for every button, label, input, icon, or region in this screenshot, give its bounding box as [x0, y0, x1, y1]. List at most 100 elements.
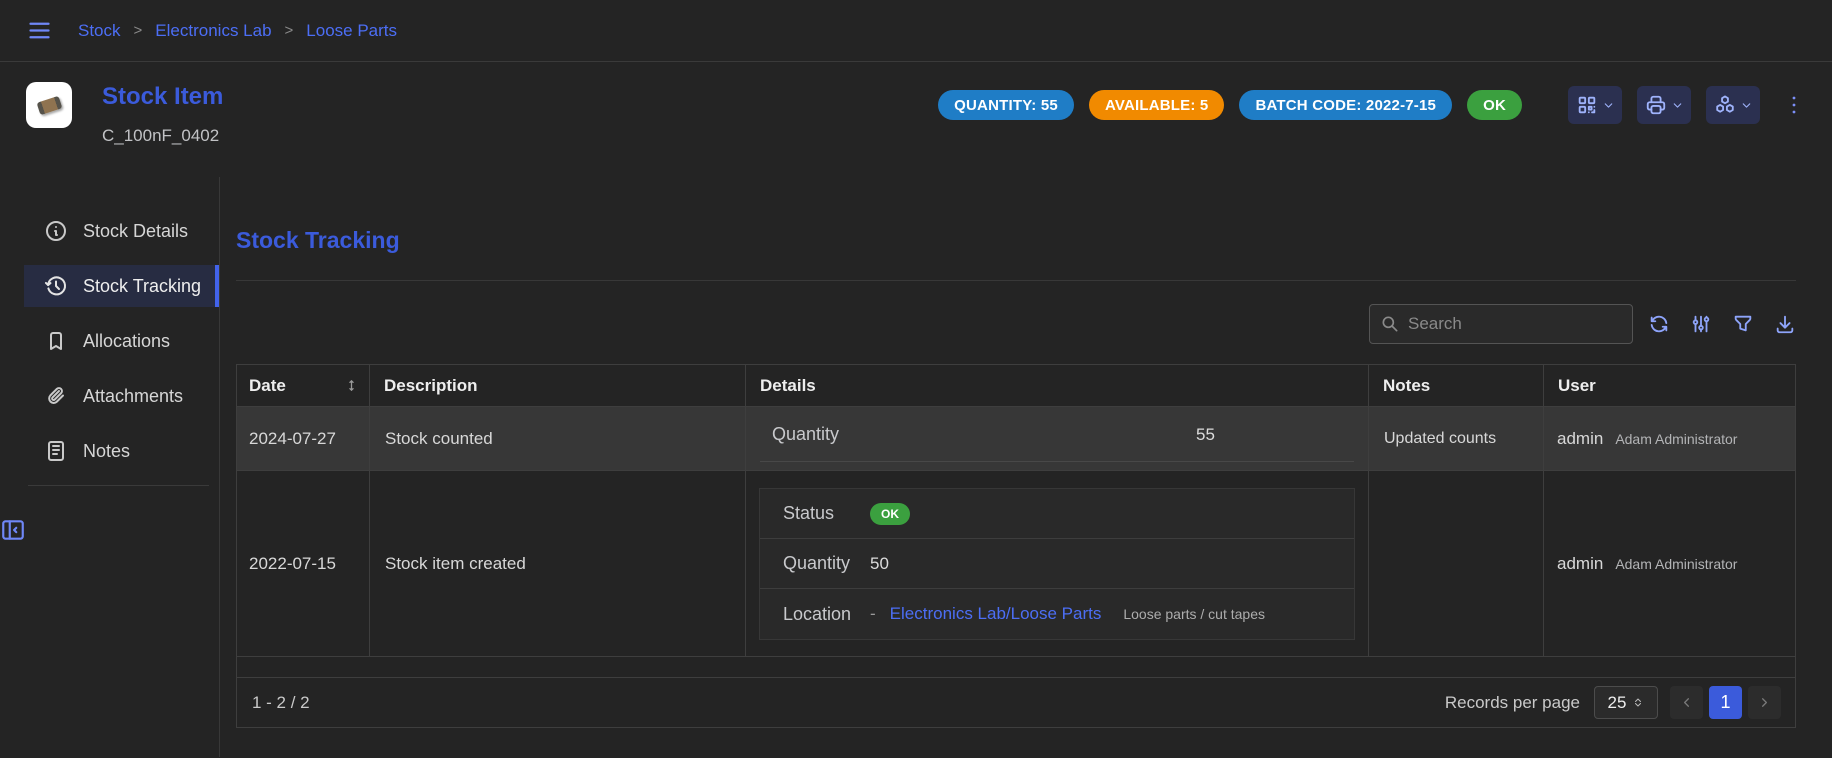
packages-icon — [1714, 94, 1736, 116]
filter-icon[interactable] — [1732, 313, 1754, 335]
hamburger-menu-icon[interactable] — [26, 17, 53, 44]
sidebar-collapse-icon[interactable] — [0, 517, 219, 543]
sidebar-item-stock-tracking[interactable]: Stock Tracking — [24, 265, 219, 307]
table-row[interactable]: 2022-07-15 Stock item created Status OK … — [237, 470, 1795, 657]
cell-notes: Updated counts — [1368, 407, 1543, 470]
chevron-right-icon — [1757, 695, 1772, 710]
records-per-page-value: 25 — [1608, 693, 1627, 713]
page-title: Stock Item — [102, 85, 223, 109]
page-header: Stock Item C_100nF_0402 QUANTITY: 55 AVA… — [0, 62, 1832, 177]
paperclip-icon — [44, 384, 68, 408]
part-name: C_100nF_0402 — [102, 126, 223, 146]
cell-date: 2024-07-27 — [237, 407, 369, 470]
detail-row-quantity: Quantity 50 — [760, 539, 1354, 589]
column-header-description: Description — [369, 365, 745, 406]
bookmark-icon — [44, 329, 68, 353]
cell-description: Stock item created — [369, 471, 745, 656]
notes-icon — [44, 439, 68, 463]
refresh-icon[interactable] — [1648, 313, 1670, 335]
dots-vertical-icon[interactable] — [1782, 93, 1806, 117]
column-header-date: Date — [249, 376, 286, 396]
breadcrumb: Stock > Electronics Lab > Loose Parts — [78, 21, 397, 41]
cell-notes — [1368, 471, 1543, 656]
pagination-page-1-button[interactable]: 1 — [1709, 686, 1742, 719]
sidebar-item-allocations[interactable]: Allocations — [24, 320, 219, 362]
sidebar-item-attachments[interactable]: Attachments — [24, 375, 219, 417]
qrcode-icon — [1576, 94, 1598, 116]
detail-key-quantity: Quantity — [760, 553, 870, 574]
username: admin — [1557, 554, 1603, 574]
detail-key-location: Location — [760, 604, 870, 625]
header-actions — [1568, 86, 1806, 124]
detail-key-status: Status — [760, 503, 870, 524]
status-ok-badge: OK — [870, 503, 910, 525]
sidebar-item-label: Stock Tracking — [83, 276, 201, 297]
barcode-actions-button[interactable] — [1568, 86, 1622, 124]
stock-item-thumbnail[interactable] — [26, 82, 72, 128]
capacitor-image — [37, 96, 63, 115]
cell-user: admin Adam Administrator — [1543, 407, 1795, 470]
selector-up-down-icon — [1632, 695, 1644, 710]
sidebar-item-label: Stock Details — [83, 221, 188, 242]
breadcrumb-separator: > — [134, 22, 143, 39]
pagination-next-button[interactable] — [1748, 686, 1781, 719]
details-kv-table: Status OK Quantity 50 Location - Electro… — [759, 488, 1355, 640]
records-per-page-select[interactable]: 25 — [1594, 686, 1658, 719]
sidebar-divider — [28, 485, 209, 486]
column-header-details: Details — [745, 365, 1368, 406]
table-row[interactable]: 2024-07-27 Stock counted Quantity 55 Upd… — [237, 406, 1795, 470]
stock-actions-button[interactable] — [1706, 86, 1760, 124]
search-icon — [1380, 314, 1400, 334]
status-ok-badge: OK — [1467, 90, 1522, 120]
user-full-name: Adam Administrator — [1615, 431, 1737, 447]
sidebar-item-stock-details[interactable]: Stock Details — [24, 210, 219, 252]
column-header-user: User — [1543, 365, 1795, 406]
chevron-down-icon — [1602, 99, 1615, 112]
username: admin — [1557, 429, 1603, 449]
chevron-down-icon — [1740, 99, 1753, 112]
column-header-notes: Notes — [1368, 365, 1543, 406]
print-actions-button[interactable] — [1637, 86, 1691, 124]
available-badge: AVAILABLE: 5 — [1089, 90, 1225, 120]
table-footer: 1 - 2 / 2 Records per page 25 1 — [237, 677, 1795, 727]
batch-code-badge: BATCH CODE: 2022-7-15 — [1239, 90, 1452, 120]
chevron-down-icon — [1671, 99, 1684, 112]
records-per-page-label: Records per page — [1445, 693, 1580, 713]
table-footer-gap — [237, 657, 1795, 677]
location-dash: - — [870, 604, 876, 624]
panel-heading: Stock Tracking — [236, 227, 1796, 254]
table-toolbar — [236, 304, 1796, 344]
search-box — [1369, 304, 1633, 344]
sidebar-item-label: Attachments — [83, 386, 183, 407]
history-icon — [44, 274, 68, 298]
cell-description: Stock counted — [369, 407, 745, 470]
sidebar-item-label: Allocations — [83, 331, 170, 352]
location-description: Loose parts / cut tapes — [1123, 606, 1265, 622]
breadcrumb-link-electronics-lab[interactable]: Electronics Lab — [155, 21, 271, 41]
printer-icon — [1645, 94, 1667, 116]
breadcrumb-link-loose-parts[interactable]: Loose Parts — [306, 21, 397, 41]
search-input[interactable] — [1408, 314, 1624, 334]
detail-value-quantity: 55 — [1057, 425, 1354, 445]
cell-details: Status OK Quantity 50 Location - Electro… — [745, 471, 1368, 656]
sidebar: Stock Details Stock Tracking Allocations… — [0, 177, 220, 757]
stock-tracking-table: Date Description Details Notes User 2024… — [236, 364, 1796, 728]
record-range: 1 - 2 / 2 — [252, 693, 310, 713]
table-header-row: Date Description Details Notes User — [237, 365, 1795, 406]
top-bar: Stock > Electronics Lab > Loose Parts — [0, 0, 1832, 62]
location-link[interactable]: Electronics Lab/Loose Parts — [890, 604, 1102, 624]
quantity-badge: QUANTITY: 55 — [938, 90, 1074, 120]
download-icon[interactable] — [1774, 313, 1796, 335]
pagination-prev-button[interactable] — [1670, 686, 1703, 719]
cell-details: Quantity 55 — [745, 407, 1368, 470]
chevron-left-icon — [1679, 695, 1694, 710]
info-circle-icon — [44, 219, 68, 243]
adjustments-icon[interactable] — [1690, 313, 1712, 335]
sort-arrows-icon[interactable] — [344, 378, 359, 393]
sidebar-item-notes[interactable]: Notes — [24, 430, 219, 472]
breadcrumb-link-stock[interactable]: Stock — [78, 21, 121, 41]
detail-row-location: Location - Electronics Lab/Loose Parts L… — [760, 589, 1354, 639]
cell-user: admin Adam Administrator — [1543, 471, 1795, 656]
main-content: Stock Tracking — [220, 177, 1832, 757]
detail-row-status: Status OK — [760, 489, 1354, 539]
